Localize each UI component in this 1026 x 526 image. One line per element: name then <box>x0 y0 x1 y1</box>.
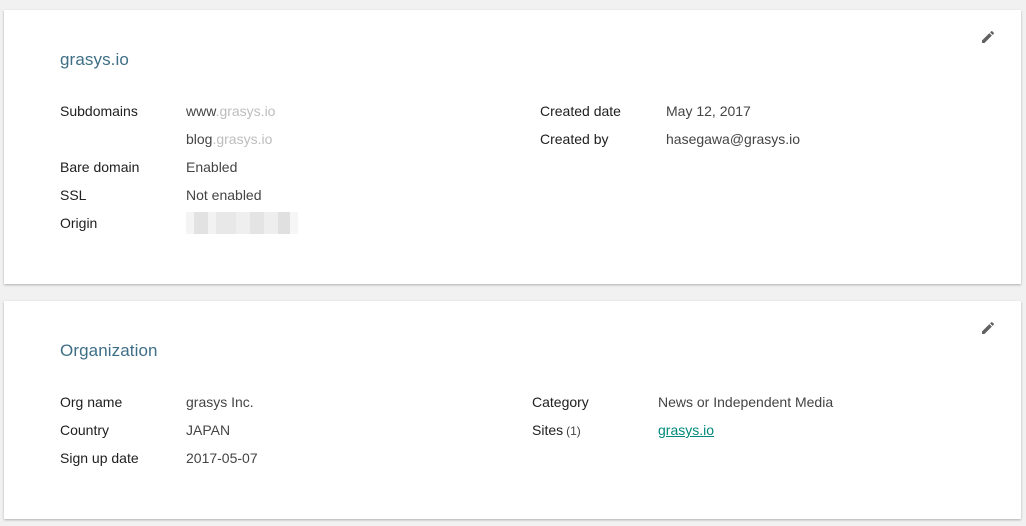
pencil-icon <box>982 30 995 43</box>
ssl-label: SSL <box>60 187 87 203</box>
sign-up-date-label: Sign up date <box>60 450 139 466</box>
subdomain-prefix: blog <box>186 131 213 147</box>
org-name-value: grasys Inc. <box>186 394 254 410</box>
sign-up-date-row: Sign up date 2017-05-07 <box>60 444 258 472</box>
subdomains-label: Subdomains <box>60 103 138 119</box>
origin-row: Origin <box>60 209 298 237</box>
origin-redacted-value <box>186 212 298 234</box>
organization-card: Organization Org name grasys Inc. Countr… <box>4 301 1021 519</box>
org-name-row: Org name grasys Inc. <box>60 388 258 416</box>
sites-count: (1) <box>566 424 581 438</box>
bare-domain-label: Bare domain <box>60 159 140 175</box>
origin-label: Origin <box>60 215 98 231</box>
ssl-value: Not enabled <box>186 187 262 203</box>
org-details-left: Org name grasys Inc. Country JAPAN Sign … <box>60 388 258 472</box>
created-by-value: hasegawa@grasys.io <box>666 131 801 147</box>
country-label: Country <box>60 422 110 438</box>
created-date-value: May 12, 2017 <box>666 103 751 119</box>
org-details-right: Category News or Independent Media Sites… <box>532 388 833 444</box>
org-name-label: Org name <box>60 394 123 410</box>
created-by-row: Created by hasegawa@grasys.io <box>540 125 800 153</box>
pencil-icon <box>982 321 995 334</box>
subdomains-row: Subdomains www.grasys.io <box>60 97 298 125</box>
subdomain-www: www.grasys.io <box>186 103 275 119</box>
bare-domain-value: Enabled <box>186 159 238 175</box>
category-row: Category News or Independent Media <box>532 388 833 416</box>
sites-row: Sites (1) grasys.io <box>532 416 833 444</box>
subdomain-suffix: .grasys.io <box>212 131 273 147</box>
subdomain-suffix: .grasys.io <box>215 103 276 119</box>
sign-up-date-value: 2017-05-07 <box>186 450 258 466</box>
site-details-left: Subdomains www.grasys.io blog.grasys.io … <box>60 97 298 237</box>
subdomains-row-2: blog.grasys.io <box>60 125 298 153</box>
sites-label-group: Sites (1) <box>532 422 658 438</box>
subdomain-blog: blog.grasys.io <box>186 131 272 147</box>
bare-domain-row: Bare domain Enabled <box>60 153 298 181</box>
edit-organization-button[interactable] <box>979 319 997 337</box>
edit-site-button[interactable] <box>979 28 997 46</box>
site-card: grasys.io Subdomains www.grasys.io blog.… <box>4 10 1021 284</box>
site-title: grasys.io <box>60 50 129 69</box>
sites-label: Sites <box>532 422 564 438</box>
country-row: Country JAPAN <box>60 416 258 444</box>
organization-title: Organization <box>60 341 158 360</box>
country-value: JAPAN <box>186 422 231 438</box>
created-by-label: Created by <box>540 131 609 147</box>
category-value: News or Independent Media <box>658 394 834 410</box>
created-date-label: Created date <box>540 103 621 119</box>
ssl-row: SSL Not enabled <box>60 181 298 209</box>
site-link[interactable]: grasys.io <box>658 422 714 438</box>
site-details-right: Created date May 12, 2017 Created by has… <box>540 97 800 153</box>
category-label: Category <box>532 394 589 410</box>
created-date-row: Created date May 12, 2017 <box>540 97 800 125</box>
subdomain-prefix: www <box>186 103 216 119</box>
